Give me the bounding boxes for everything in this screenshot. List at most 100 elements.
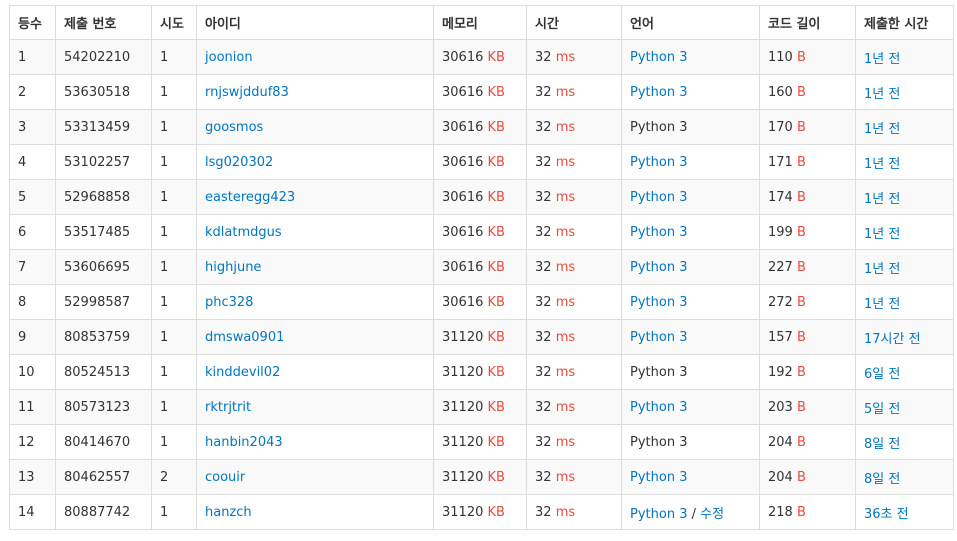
cell-time: 32 ms [526, 144, 622, 180]
memory-value: 30616 [442, 119, 484, 135]
submitted-time-link[interactable]: 1년 전 [864, 192, 900, 207]
language-link[interactable]: Python 3 [630, 260, 687, 275]
length-value: 204 [768, 434, 793, 450]
submitted-time-link[interactable]: 36초 전 [864, 507, 909, 522]
cell-submit-id: 80524513 [55, 354, 152, 390]
cell-time: 32 ms [526, 214, 622, 250]
edit-link[interactable]: 수정 [700, 507, 724, 522]
cell-language: Python 3 [621, 354, 760, 390]
memory-value: 31120 [442, 399, 484, 415]
submitted-time-link[interactable]: 5일 전 [864, 402, 900, 417]
user-link[interactable]: lsg020302 [205, 155, 273, 170]
memory-unit: KB [487, 329, 505, 345]
length-unit: B [796, 49, 806, 65]
header-memory: 메모리 [433, 5, 527, 40]
length-value: 272 [768, 294, 793, 310]
submitted-time-link[interactable]: 1년 전 [864, 52, 900, 67]
user-link[interactable]: coouir [205, 470, 245, 485]
cell-user: rnjswjdduf83 [196, 74, 434, 110]
time-value: 32 [535, 434, 552, 450]
cell-code-length: 218 B [759, 494, 856, 530]
user-link[interactable]: rktrjtrit [205, 400, 251, 415]
user-link[interactable]: easteregg423 [205, 190, 295, 205]
submitted-time-link[interactable]: 17시간 전 [864, 332, 921, 347]
user-link[interactable]: hanbin2043 [205, 435, 283, 450]
language-link[interactable]: Python 3 [630, 225, 687, 240]
submitted-time-link[interactable]: 8일 전 [864, 437, 900, 452]
submitted-time-link[interactable]: 1년 전 [864, 157, 900, 172]
language-link[interactable]: Python 3 [630, 295, 687, 310]
cell-time: 32 ms [526, 354, 622, 390]
language-link[interactable]: Python 3 [630, 155, 687, 170]
submitted-time-link[interactable]: 1년 전 [864, 122, 900, 137]
cell-code-length: 272 B [759, 284, 856, 320]
submitted-time-link[interactable]: 1년 전 [864, 297, 900, 312]
cell-time: 32 ms [526, 494, 622, 530]
submitted-time-link[interactable]: 8일 전 [864, 472, 900, 487]
cell-memory: 31120 KB [433, 459, 527, 495]
language-link: Python 3 [630, 434, 688, 450]
cell-tries: 1 [151, 284, 197, 320]
cell-rank: 10 [9, 354, 56, 390]
cell-user: hanzch [196, 494, 434, 530]
language-link[interactable]: Python 3 [630, 400, 687, 415]
language-link[interactable]: Python 3 [630, 330, 687, 345]
submitted-time-link[interactable]: 1년 전 [864, 262, 900, 277]
time-unit: ms [555, 434, 576, 450]
cell-memory: 30616 KB [433, 179, 527, 215]
user-link[interactable]: rnjswjdduf83 [205, 85, 289, 100]
memory-unit: KB [487, 364, 505, 380]
submitted-time-link[interactable]: 1년 전 [864, 227, 900, 242]
length-unit: B [796, 329, 806, 345]
memory-unit: KB [487, 469, 505, 485]
length-unit: B [796, 364, 806, 380]
cell-submitted-time: 1년 전 [855, 109, 954, 145]
cell-rank: 12 [9, 424, 56, 460]
user-link[interactable]: phc328 [205, 295, 253, 310]
time-unit: ms [555, 364, 576, 380]
memory-unit: KB [487, 224, 505, 240]
cell-memory: 30616 KB [433, 109, 527, 145]
user-link[interactable]: kdlatmdgus [205, 225, 282, 240]
user-link[interactable]: dmswa0901 [205, 330, 284, 345]
user-link[interactable]: kinddevil02 [205, 365, 280, 380]
memory-value: 31120 [442, 434, 484, 450]
status-table-container: 등수 제출 번호 시도 아이디 메모리 시간 언어 코드 길이 제출한 시간 1… [9, 5, 954, 530]
cell-language: Python 3 [621, 179, 760, 215]
language-link[interactable]: Python 3 [630, 470, 687, 485]
table-row: 14 80887742 1 hanzch 31120 KB 32 ms Python 3 /… [9, 494, 954, 530]
cell-language: Python 3 [621, 214, 760, 250]
header-submit-id: 제출 번호 [55, 5, 152, 40]
cell-submit-id: 54202210 [55, 39, 152, 75]
cell-time: 32 ms [526, 319, 622, 355]
user-link[interactable]: hanzch [205, 505, 252, 520]
user-link[interactable]: goosmos [205, 120, 263, 135]
cell-tries: 1 [151, 39, 197, 75]
table-row: 5 52968858 1 easteregg423 30616 KB 32 ms Pytho… [9, 179, 954, 215]
cell-user: easteregg423 [196, 179, 434, 215]
language-link[interactable]: Python 3 [630, 507, 687, 522]
language-link[interactable]: Python 3 [630, 85, 687, 100]
cell-tries: 1 [151, 354, 197, 390]
user-link[interactable]: joonion [205, 50, 253, 65]
cell-submit-id: 53606695 [55, 249, 152, 285]
cell-memory: 31120 KB [433, 319, 527, 355]
cell-rank: 4 [9, 144, 56, 180]
cell-rank: 14 [9, 494, 56, 530]
language-link[interactable]: Python 3 [630, 50, 687, 65]
table-row: 6 53517485 1 kdlatmdgus 30616 KB 32 ms Python … [9, 214, 954, 250]
language-link: Python 3 [630, 364, 688, 380]
memory-value: 31120 [442, 504, 484, 520]
submitted-time-link[interactable]: 6일 전 [864, 367, 900, 382]
memory-unit: KB [487, 154, 505, 170]
cell-submitted-time: 8일 전 [855, 424, 954, 460]
user-link[interactable]: highjune [205, 260, 261, 275]
memory-unit: KB [487, 259, 505, 275]
cell-submit-id: 52968858 [55, 179, 152, 215]
language-link[interactable]: Python 3 [630, 190, 687, 205]
cell-submit-id: 80853759 [55, 319, 152, 355]
time-value: 32 [535, 154, 552, 170]
cell-rank: 13 [9, 459, 56, 495]
submitted-time-link[interactable]: 1년 전 [864, 87, 900, 102]
cell-tries: 1 [151, 389, 197, 425]
